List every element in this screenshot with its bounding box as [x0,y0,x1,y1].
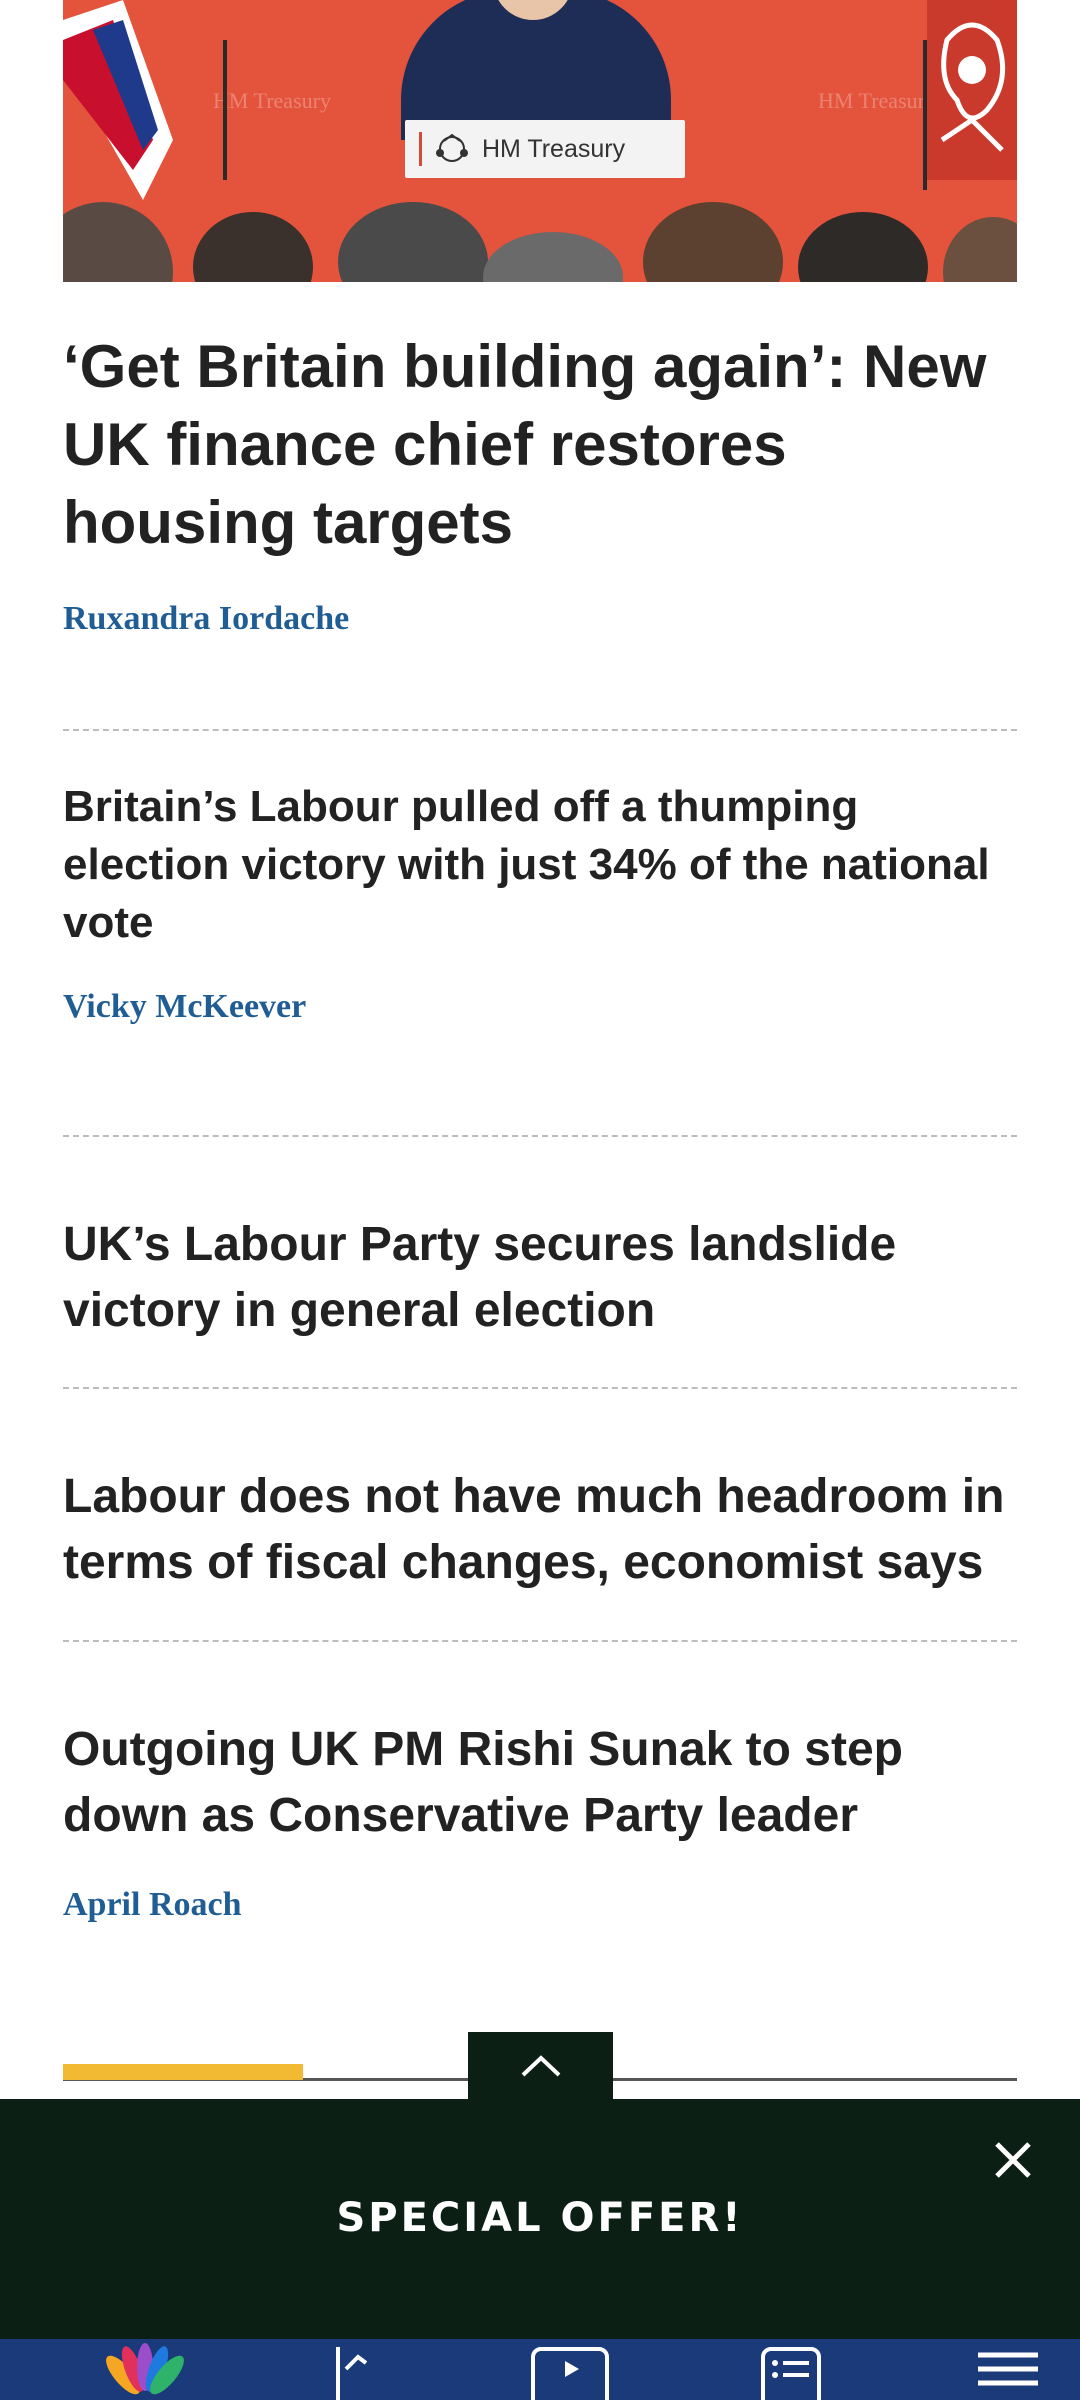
bottom-nav [0,2339,1080,2400]
nav-menu[interactable] [960,2339,1050,2400]
article-headline[interactable]: Labour does not have much headroom in te… [63,1464,1017,1596]
nav-home[interactable] [95,2339,195,2400]
chevron-up-icon [521,2055,560,2077]
scroll-progress-fill [63,2064,303,2080]
article-divider [63,729,1017,731]
speaker-figure [401,0,671,140]
article-divider [63,1640,1017,1642]
nav-markets[interactable] [320,2339,410,2400]
special-offer-banner[interactable]: SPECIAL OFFER! [0,2099,1080,2339]
hero-image[interactable]: HM Treasury HM Treasury HM Treasury [63,0,1017,282]
article-headline[interactable]: UK’s Labour Party secures landslide vict… [63,1212,1017,1344]
scroll-to-top-button[interactable] [468,2032,613,2100]
watermark-text: HM Treasury [818,88,936,113]
watchlist-icon [761,2347,821,2400]
article-divider [63,1387,1017,1389]
nav-watchlist[interactable] [745,2339,835,2400]
markets-chart-icon [336,2347,368,2400]
article-headline[interactable]: Britain’s Labour pulled off a thumping e… [63,778,1017,952]
watermark-text: HM Treasury [213,88,331,113]
offer-title[interactable]: SPECIAL OFFER! [0,2195,1080,2241]
article-headline[interactable]: ‘Get Britain building again’: New UK fin… [63,328,1017,562]
peacock-logo-icon [106,2343,184,2395]
nav-video[interactable] [525,2339,615,2400]
menu-icon [978,2352,1038,2386]
article-headline[interactable]: Outgoing UK PM Rishi Sunak to step down … [63,1717,1017,1849]
audience-silhouettes [63,202,1017,282]
close-icon [995,2142,1031,2178]
article-author[interactable]: Vicky McKeever [63,988,306,1026]
article-author[interactable]: Ruxandra Iordache [63,600,349,638]
article-author[interactable]: April Roach [63,1886,242,1924]
close-offer-button[interactable] [985,2132,1041,2188]
article-divider [63,1135,1017,1137]
video-icon [531,2347,609,2400]
